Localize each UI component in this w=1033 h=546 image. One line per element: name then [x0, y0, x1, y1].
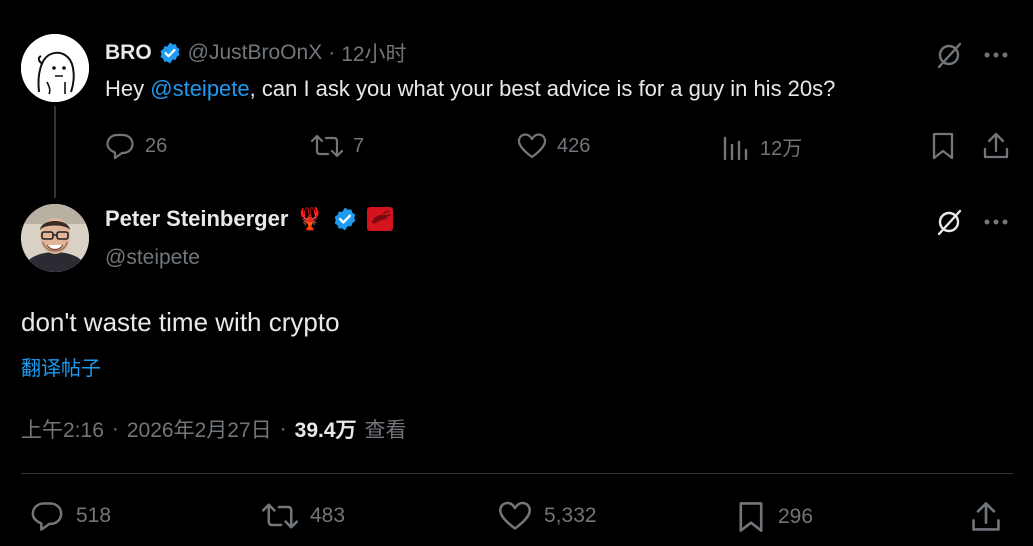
parent-tweet-text: Hey @steipete, can I ask you what your b…: [105, 76, 835, 102]
parent-views-count: 12万: [760, 138, 803, 160]
thread-line: [54, 106, 56, 198]
divider: [21, 473, 1013, 474]
views-label: 查看: [364, 419, 407, 442]
like-icon: [498, 500, 532, 532]
parent-views-button[interactable]: 12万: [722, 132, 802, 161]
bro-avatar[interactable]: [21, 34, 89, 102]
reply-icon: [105, 132, 135, 160]
affiliate-badge-icon[interactable]: [366, 206, 394, 232]
bookmark-icon: [736, 500, 766, 534]
repost-button[interactable]: 483: [262, 500, 345, 532]
grok-icon[interactable]: [934, 207, 964, 237]
separator-dot: ·: [328, 41, 336, 64]
parent-handle[interactable]: @JustBroOnX: [188, 41, 323, 65]
grok-icon[interactable]: [934, 40, 964, 70]
parent-tweet-header: BRO @JustBroOnX · 12小时: [105, 38, 407, 68]
parent-display-name[interactable]: BRO: [105, 41, 152, 65]
parent-like-count: 426: [557, 134, 591, 157]
like-count: 5,332: [544, 504, 597, 527]
main-tweet-text: don't waste time with crypto: [21, 307, 340, 337]
more-icon[interactable]: [982, 43, 1010, 67]
like-button[interactable]: 5,332: [498, 500, 597, 532]
views-icon: [722, 133, 750, 161]
repost-icon: [262, 500, 298, 532]
main-tweet-header: Peter Steinberger 🦞: [105, 206, 394, 232]
verified-badge-icon: [332, 206, 358, 232]
translate-post-link[interactable]: 翻译帖子: [21, 352, 101, 381]
separator-dot: ·: [279, 417, 287, 440]
parent-reply-button[interactable]: 26: [105, 132, 167, 160]
lobster-emoji: 🦞: [296, 206, 324, 231]
parent-repost-count: 7: [353, 134, 365, 157]
parent-repost-button[interactable]: 7: [311, 132, 364, 160]
share-icon[interactable]: [970, 500, 1002, 534]
parent-share-icon[interactable]: [982, 131, 1010, 161]
repost-count: 483: [310, 504, 346, 527]
bookmark-button[interactable]: 296: [736, 500, 813, 534]
more-icon[interactable]: [982, 210, 1010, 234]
mention-link[interactable]: @steipete: [150, 76, 249, 101]
repost-icon: [311, 132, 343, 160]
parent-like-button[interactable]: 426: [517, 132, 590, 160]
bookmark-count: 296: [778, 505, 814, 528]
parent-time[interactable]: 12小时: [341, 38, 406, 68]
views-count: 39.4万: [294, 419, 357, 442]
verified-badge-icon: [158, 41, 182, 65]
main-display-name[interactable]: Peter Steinberger: [105, 206, 288, 232]
like-icon: [517, 132, 547, 160]
reply-count: 518: [76, 504, 112, 527]
parent-text-prefix: Hey: [105, 76, 151, 101]
parent-bookmark-icon[interactable]: [930, 131, 956, 161]
peter-avatar[interactable]: [21, 204, 89, 272]
tweet-time[interactable]: 上午2:16: [21, 414, 104, 444]
tweet-timestamp: 上午2:16 · 2026年2月27日 · 39.4万 查看: [21, 414, 407, 444]
reply-icon: [30, 500, 64, 532]
separator-dot: ·: [111, 417, 119, 440]
reply-button[interactable]: 518: [30, 500, 111, 532]
tweet-date[interactable]: 2026年2月27日: [127, 414, 272, 444]
main-handle[interactable]: @steipete: [105, 246, 200, 270]
parent-reply-count: 26: [145, 134, 168, 157]
parent-text-suffix: , can I ask you what your best advice is…: [249, 76, 836, 101]
